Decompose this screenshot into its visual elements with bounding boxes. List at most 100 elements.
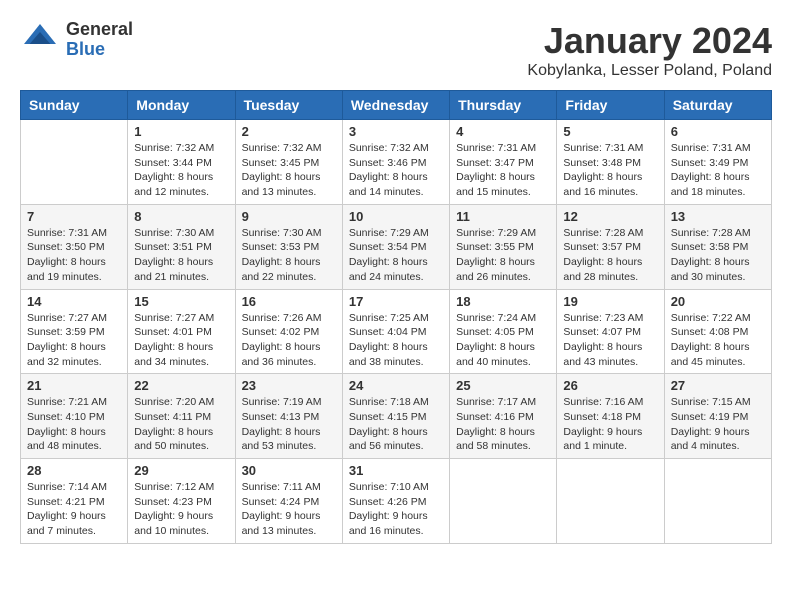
logo-blue-text: Blue bbox=[66, 40, 133, 60]
calendar-week-row: 28 Sunrise: 7:14 AMSunset: 4:21 PMDaylig… bbox=[21, 459, 772, 544]
day-info: Sunrise: 7:12 AMSunset: 4:23 PMDaylight:… bbox=[134, 480, 228, 539]
logo-icon bbox=[20, 20, 60, 60]
day-info: Sunrise: 7:30 AMSunset: 3:53 PMDaylight:… bbox=[242, 226, 336, 285]
calendar-day-cell: 6 Sunrise: 7:31 AMSunset: 3:49 PMDayligh… bbox=[664, 120, 771, 205]
calendar-day-cell: 20 Sunrise: 7:22 AMSunset: 4:08 PMDaylig… bbox=[664, 289, 771, 374]
calendar-day-cell: 23 Sunrise: 7:19 AMSunset: 4:13 PMDaylig… bbox=[235, 374, 342, 459]
day-info: Sunrise: 7:14 AMSunset: 4:21 PMDaylight:… bbox=[27, 480, 121, 539]
calendar-day-cell: 14 Sunrise: 7:27 AMSunset: 3:59 PMDaylig… bbox=[21, 289, 128, 374]
calendar-day-cell: 27 Sunrise: 7:15 AMSunset: 4:19 PMDaylig… bbox=[664, 374, 771, 459]
day-info: Sunrise: 7:27 AMSunset: 4:01 PMDaylight:… bbox=[134, 311, 228, 370]
calendar-day-cell: 26 Sunrise: 7:16 AMSunset: 4:18 PMDaylig… bbox=[557, 374, 664, 459]
day-number: 11 bbox=[456, 209, 550, 224]
days-of-week-row: SundayMondayTuesdayWednesdayThursdayFrid… bbox=[21, 91, 772, 120]
day-number: 8 bbox=[134, 209, 228, 224]
day-number: 6 bbox=[671, 124, 765, 139]
day-info: Sunrise: 7:30 AMSunset: 3:51 PMDaylight:… bbox=[134, 226, 228, 285]
day-of-week-header: Monday bbox=[128, 91, 235, 120]
day-info: Sunrise: 7:20 AMSunset: 4:11 PMDaylight:… bbox=[134, 395, 228, 454]
calendar-week-row: 7 Sunrise: 7:31 AMSunset: 3:50 PMDayligh… bbox=[21, 204, 772, 289]
day-info: Sunrise: 7:28 AMSunset: 3:57 PMDaylight:… bbox=[563, 226, 657, 285]
day-info: Sunrise: 7:11 AMSunset: 4:24 PMDaylight:… bbox=[242, 480, 336, 539]
day-info: Sunrise: 7:31 AMSunset: 3:47 PMDaylight:… bbox=[456, 141, 550, 200]
calendar-header: SundayMondayTuesdayWednesdayThursdayFrid… bbox=[21, 91, 772, 120]
day-number: 15 bbox=[134, 294, 228, 309]
day-number: 22 bbox=[134, 378, 228, 393]
calendar-day-cell bbox=[21, 120, 128, 205]
logo-general-text: General bbox=[66, 20, 133, 40]
calendar-day-cell: 18 Sunrise: 7:24 AMSunset: 4:05 PMDaylig… bbox=[450, 289, 557, 374]
calendar-day-cell: 29 Sunrise: 7:12 AMSunset: 4:23 PMDaylig… bbox=[128, 459, 235, 544]
day-number: 16 bbox=[242, 294, 336, 309]
day-number: 9 bbox=[242, 209, 336, 224]
day-number: 17 bbox=[349, 294, 443, 309]
day-info: Sunrise: 7:31 AMSunset: 3:50 PMDaylight:… bbox=[27, 226, 121, 285]
day-of-week-header: Wednesday bbox=[342, 91, 449, 120]
calendar-day-cell bbox=[450, 459, 557, 544]
calendar-day-cell: 3 Sunrise: 7:32 AMSunset: 3:46 PMDayligh… bbox=[342, 120, 449, 205]
calendar-title: January 2024 bbox=[527, 20, 772, 62]
calendar-week-row: 21 Sunrise: 7:21 AMSunset: 4:10 PMDaylig… bbox=[21, 374, 772, 459]
day-info: Sunrise: 7:31 AMSunset: 3:48 PMDaylight:… bbox=[563, 141, 657, 200]
day-info: Sunrise: 7:32 AMSunset: 3:44 PMDaylight:… bbox=[134, 141, 228, 200]
day-number: 27 bbox=[671, 378, 765, 393]
day-number: 29 bbox=[134, 463, 228, 478]
day-info: Sunrise: 7:29 AMSunset: 3:54 PMDaylight:… bbox=[349, 226, 443, 285]
day-number: 2 bbox=[242, 124, 336, 139]
calendar-day-cell: 8 Sunrise: 7:30 AMSunset: 3:51 PMDayligh… bbox=[128, 204, 235, 289]
day-number: 20 bbox=[671, 294, 765, 309]
day-info: Sunrise: 7:21 AMSunset: 4:10 PMDaylight:… bbox=[27, 395, 121, 454]
day-info: Sunrise: 7:25 AMSunset: 4:04 PMDaylight:… bbox=[349, 311, 443, 370]
calendar-table: SundayMondayTuesdayWednesdayThursdayFrid… bbox=[20, 90, 772, 544]
calendar-day-cell: 21 Sunrise: 7:21 AMSunset: 4:10 PMDaylig… bbox=[21, 374, 128, 459]
day-number: 7 bbox=[27, 209, 121, 224]
day-info: Sunrise: 7:32 AMSunset: 3:46 PMDaylight:… bbox=[349, 141, 443, 200]
calendar-week-row: 1 Sunrise: 7:32 AMSunset: 3:44 PMDayligh… bbox=[21, 120, 772, 205]
day-number: 23 bbox=[242, 378, 336, 393]
calendar-day-cell: 25 Sunrise: 7:17 AMSunset: 4:16 PMDaylig… bbox=[450, 374, 557, 459]
calendar-day-cell: 12 Sunrise: 7:28 AMSunset: 3:57 PMDaylig… bbox=[557, 204, 664, 289]
day-number: 14 bbox=[27, 294, 121, 309]
day-number: 31 bbox=[349, 463, 443, 478]
day-info: Sunrise: 7:29 AMSunset: 3:55 PMDaylight:… bbox=[456, 226, 550, 285]
day-info: Sunrise: 7:19 AMSunset: 4:13 PMDaylight:… bbox=[242, 395, 336, 454]
calendar-day-cell: 13 Sunrise: 7:28 AMSunset: 3:58 PMDaylig… bbox=[664, 204, 771, 289]
calendar-day-cell: 15 Sunrise: 7:27 AMSunset: 4:01 PMDaylig… bbox=[128, 289, 235, 374]
day-info: Sunrise: 7:27 AMSunset: 3:59 PMDaylight:… bbox=[27, 311, 121, 370]
day-number: 12 bbox=[563, 209, 657, 224]
calendar-day-cell: 24 Sunrise: 7:18 AMSunset: 4:15 PMDaylig… bbox=[342, 374, 449, 459]
day-info: Sunrise: 7:26 AMSunset: 4:02 PMDaylight:… bbox=[242, 311, 336, 370]
day-info: Sunrise: 7:23 AMSunset: 4:07 PMDaylight:… bbox=[563, 311, 657, 370]
day-of-week-header: Thursday bbox=[450, 91, 557, 120]
day-info: Sunrise: 7:24 AMSunset: 4:05 PMDaylight:… bbox=[456, 311, 550, 370]
title-section: January 2024 Kobylanka, Lesser Poland, P… bbox=[527, 20, 772, 80]
day-info: Sunrise: 7:17 AMSunset: 4:16 PMDaylight:… bbox=[456, 395, 550, 454]
calendar-day-cell: 9 Sunrise: 7:30 AMSunset: 3:53 PMDayligh… bbox=[235, 204, 342, 289]
day-info: Sunrise: 7:32 AMSunset: 3:45 PMDaylight:… bbox=[242, 141, 336, 200]
day-of-week-header: Saturday bbox=[664, 91, 771, 120]
day-info: Sunrise: 7:22 AMSunset: 4:08 PMDaylight:… bbox=[671, 311, 765, 370]
calendar-day-cell: 5 Sunrise: 7:31 AMSunset: 3:48 PMDayligh… bbox=[557, 120, 664, 205]
day-info: Sunrise: 7:16 AMSunset: 4:18 PMDaylight:… bbox=[563, 395, 657, 454]
day-info: Sunrise: 7:15 AMSunset: 4:19 PMDaylight:… bbox=[671, 395, 765, 454]
day-number: 25 bbox=[456, 378, 550, 393]
day-number: 26 bbox=[563, 378, 657, 393]
day-of-week-header: Friday bbox=[557, 91, 664, 120]
calendar-day-cell: 10 Sunrise: 7:29 AMSunset: 3:54 PMDaylig… bbox=[342, 204, 449, 289]
calendar-day-cell: 4 Sunrise: 7:31 AMSunset: 3:47 PMDayligh… bbox=[450, 120, 557, 205]
logo-text: General Blue bbox=[66, 20, 133, 60]
logo: General Blue bbox=[20, 20, 133, 60]
calendar-day-cell bbox=[557, 459, 664, 544]
calendar-day-cell: 7 Sunrise: 7:31 AMSunset: 3:50 PMDayligh… bbox=[21, 204, 128, 289]
day-number: 1 bbox=[134, 124, 228, 139]
calendar-day-cell bbox=[664, 459, 771, 544]
calendar-subtitle: Kobylanka, Lesser Poland, Poland bbox=[527, 62, 772, 80]
day-number: 3 bbox=[349, 124, 443, 139]
day-info: Sunrise: 7:18 AMSunset: 4:15 PMDaylight:… bbox=[349, 395, 443, 454]
day-number: 4 bbox=[456, 124, 550, 139]
day-number: 18 bbox=[456, 294, 550, 309]
day-number: 24 bbox=[349, 378, 443, 393]
day-number: 28 bbox=[27, 463, 121, 478]
calendar-day-cell: 11 Sunrise: 7:29 AMSunset: 3:55 PMDaylig… bbox=[450, 204, 557, 289]
day-info: Sunrise: 7:28 AMSunset: 3:58 PMDaylight:… bbox=[671, 226, 765, 285]
